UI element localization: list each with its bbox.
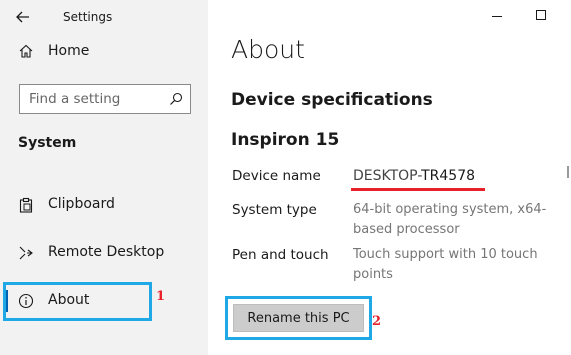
back-arrow-icon[interactable]: [14, 8, 32, 26]
system-type-value: 64-bit operating system, x64-based proce…: [353, 202, 547, 237]
system-type-label: System type: [232, 202, 317, 218]
device-name-prefix: DESKTOP-: [353, 168, 422, 184]
rename-pc-button[interactable]: Rename this PC: [233, 304, 364, 332]
maximize-button[interactable]: [536, 10, 546, 20]
main-content: About Device specifications Inspiron 15 …: [208, 0, 571, 355]
step-marker-2: 2: [372, 314, 382, 329]
device-name-underline: [351, 188, 485, 191]
sidebar-item-label: Clipboard: [48, 196, 115, 212]
device-model: Inspiron 15: [231, 130, 340, 150]
sidebar-item-clipboard[interactable]: Clipboard: [0, 188, 208, 222]
page-title: About: [231, 35, 305, 64]
search-box[interactable]: [19, 84, 191, 114]
clipboard-icon: [19, 197, 33, 213]
scrollbar[interactable]: [567, 166, 569, 178]
pen-touch-value: Touch support with 10 touch points: [353, 247, 538, 282]
home-icon: [19, 44, 33, 58]
nav-home-label: Home: [48, 43, 90, 59]
remote-desktop-icon: [19, 246, 33, 260]
app-title: Settings: [63, 10, 113, 24]
search-input[interactable]: [20, 85, 168, 113]
sidebar-item-remote-desktop[interactable]: Remote Desktop: [0, 236, 208, 270]
device-name-label: Device name: [232, 168, 321, 184]
section-label-system: System: [18, 135, 77, 151]
device-name-value: DESKTOP-TR4578: [353, 166, 558, 186]
highlight-box-about: [3, 282, 152, 321]
section-title: Device specifications: [231, 90, 433, 110]
step-marker-1: 1: [156, 289, 166, 304]
sidebar-item-label: Remote Desktop: [48, 244, 165, 260]
title-bar: Settings: [0, 0, 208, 34]
pen-touch-label: Pen and touch: [232, 247, 329, 263]
nav-home[interactable]: Home: [0, 36, 208, 68]
device-name-suffix: TR4578: [421, 168, 476, 184]
minimize-button[interactable]: [492, 16, 502, 17]
search-icon[interactable]: [169, 92, 183, 106]
sidebar: Settings Home System Clipboard Remote De…: [0, 0, 208, 355]
